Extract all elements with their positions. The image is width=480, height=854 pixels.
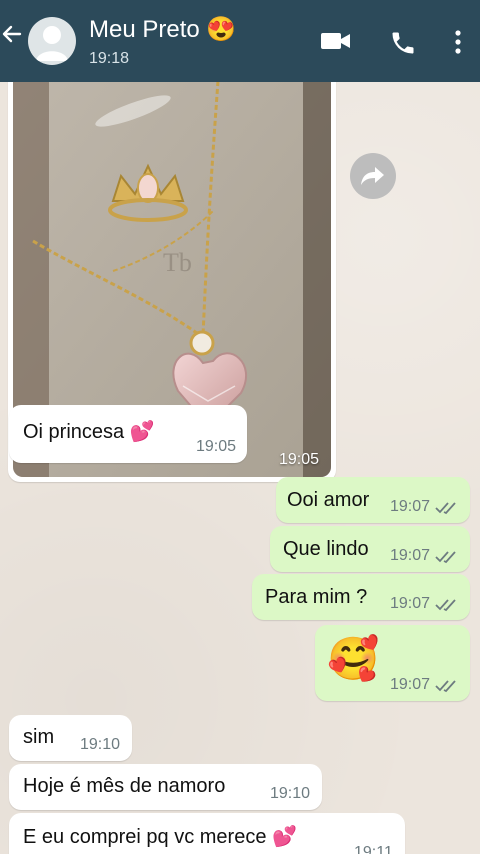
message-text: Para mim ? <box>265 586 368 608</box>
message-bubble[interactable]: Hoje é mês de namoro 19:10 <box>9 764 322 810</box>
message-bubble[interactable]: Para mim ? 19:07 <box>252 574 470 620</box>
phone-icon[interactable] <box>389 29 417 62</box>
message-bubble[interactable]: Que lindo 19:07 <box>270 526 470 572</box>
more-vert-icon[interactable] <box>452 29 464 60</box>
message-time: 19:07 <box>390 498 431 515</box>
contact-name[interactable]: Meu Preto 😍 <box>89 16 236 44</box>
message-text: Hoje é mês de namoro <box>23 775 226 797</box>
default-avatar-icon <box>36 26 68 61</box>
message-time: 19:11 <box>354 844 393 854</box>
message-text: Que lindo <box>283 538 369 560</box>
message-text: Ooi amor <box>287 489 370 511</box>
message-time: 19:10 <box>270 785 311 802</box>
chat-header: Meu Preto 😍 19:18 <box>0 0 480 82</box>
avatar[interactable] <box>28 17 76 65</box>
read-check-icon <box>435 599 456 612</box>
message-bubble[interactable]: Ooi amor 19:07 <box>276 477 470 523</box>
message-time: 19:07 <box>390 676 431 693</box>
message-time: 19:05 <box>196 438 237 455</box>
message-text: sim <box>23 726 55 748</box>
message-bubble[interactable]: Oi princesa 💕 19:05 <box>9 405 247 463</box>
chat-area[interactable]: Tb 19:05 Oi princesa 💕 19:05 Ooi amor 19… <box>0 82 480 854</box>
read-check-icon <box>435 551 456 564</box>
message-time: 19:07 <box>390 595 431 612</box>
last-seen: 19:18 <box>89 50 130 67</box>
message-text: Oi princesa 💕 <box>23 421 155 443</box>
message-time: 19:07 <box>390 547 431 564</box>
back-arrow-icon[interactable] <box>0 22 24 52</box>
emoji-message: 🥰 <box>327 635 380 682</box>
message-text: E eu comprei pq vc merece 💕 <box>23 826 297 848</box>
message-bubble[interactable]: E eu comprei pq vc merece 💕 19:11 <box>9 813 405 854</box>
message-bubble[interactable]: 🥰 19:07 <box>315 625 470 701</box>
forward-icon <box>361 167 384 185</box>
read-check-icon <box>435 502 456 515</box>
photo-timestamp: 19:05 <box>278 451 319 468</box>
video-call-icon[interactable] <box>320 29 352 58</box>
message-time: 19:10 <box>80 736 121 753</box>
message-bubble[interactable]: sim 19:10 <box>9 715 132 761</box>
read-check-icon <box>435 680 456 693</box>
svg-text:Tb: Tb <box>163 248 192 277</box>
forward-button[interactable] <box>350 153 396 199</box>
